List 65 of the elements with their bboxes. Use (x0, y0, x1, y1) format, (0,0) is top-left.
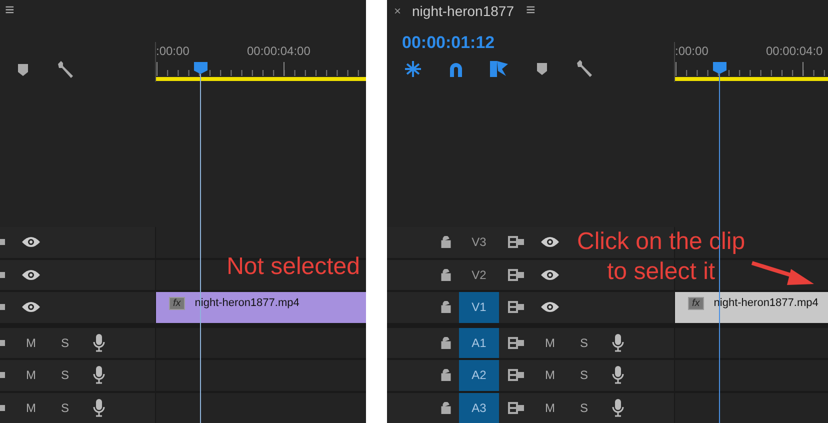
track-target[interactable]: V1 (459, 292, 499, 322)
clip-name: night-heron1877.mp4 (194, 297, 300, 309)
track-target[interactable]: A2 (459, 360, 499, 390)
lock-icon[interactable] (441, 402, 451, 414)
eye-icon[interactable] (541, 301, 559, 314)
sync-lock-icon[interactable] (508, 402, 524, 414)
magnet-icon[interactable] (448, 60, 464, 77)
microphone-icon[interactable] (93, 366, 105, 384)
mute-button[interactable]: M (545, 368, 555, 382)
lock-icon[interactable] (441, 268, 451, 281)
sequence-tab[interactable]: night-heron1877 (412, 2, 514, 19)
lock-icon[interactable] (441, 301, 451, 314)
solo-button[interactable]: S (580, 368, 588, 382)
sync-lock-icon[interactable] (508, 301, 524, 314)
sync-lock-icon[interactable] (508, 236, 524, 248)
sync-lock-icon[interactable] (508, 268, 524, 281)
solo-button[interactable]: S (580, 400, 588, 415)
eye-icon[interactable] (22, 301, 40, 314)
wrench-icon[interactable] (576, 60, 594, 78)
ruler-timecode: :00:00 (156, 44, 190, 58)
microphone-icon[interactable] (612, 366, 624, 384)
eye-icon[interactable] (541, 236, 559, 248)
marker-icon[interactable] (18, 64, 28, 76)
marker-icon[interactable] (536, 62, 546, 75)
video-clip[interactable]: fx night-heron1877.mp4 (156, 292, 366, 322)
lock-icon[interactable] (441, 369, 451, 382)
lock-icon[interactable] (441, 336, 451, 349)
close-icon[interactable]: × (394, 4, 402, 18)
ruler-timecode: 00:00:04:0 (766, 44, 823, 58)
microphone-icon[interactable] (93, 398, 105, 417)
mute-button[interactable]: M (26, 400, 36, 415)
linked-selection-icon[interactable] (490, 60, 508, 77)
sync-lock-icon[interactable] (508, 336, 524, 349)
menu-icon[interactable]: ≡ (5, 2, 14, 20)
mute-button[interactable]: M (26, 336, 36, 350)
fx-badge[interactable]: fx (169, 297, 185, 310)
mute-button[interactable]: M (26, 368, 36, 382)
track-target[interactable]: V3 (459, 227, 499, 258)
microphone-icon[interactable] (93, 334, 105, 352)
fx-badge[interactable]: fx (688, 297, 704, 310)
microphone-icon[interactable] (612, 334, 624, 352)
annotation-text: Not selected (226, 252, 360, 282)
ruler-timecode: 00:00:04:00 (247, 44, 310, 58)
microphone-icon[interactable] (612, 398, 624, 417)
snap-icon[interactable] (404, 60, 422, 77)
mute-button[interactable]: M (545, 336, 555, 350)
mute-button[interactable]: M (545, 400, 555, 415)
lock-icon[interactable] (441, 236, 451, 248)
wrench-icon[interactable] (56, 60, 74, 79)
ruler-timecode: :00:00 (675, 44, 708, 58)
timecode[interactable]: 00:00:01:12 (402, 32, 495, 53)
track-target[interactable]: V2 (459, 260, 499, 290)
solo-button[interactable]: S (580, 336, 588, 350)
solo-button[interactable]: S (60, 368, 69, 382)
work-area-bar[interactable] (675, 76, 828, 81)
solo-button[interactable]: S (60, 400, 69, 415)
sync-lock-icon[interactable] (508, 369, 524, 382)
track-target[interactable]: A1 (459, 328, 499, 358)
menu-icon[interactable]: ≡ (526, 2, 536, 20)
solo-button[interactable]: S (60, 336, 69, 350)
eye-icon[interactable] (22, 236, 40, 248)
eye-icon[interactable] (22, 268, 40, 281)
work-area-bar[interactable] (156, 76, 366, 81)
track-target[interactable]: A3 (459, 392, 499, 423)
eye-icon[interactable] (541, 268, 559, 281)
